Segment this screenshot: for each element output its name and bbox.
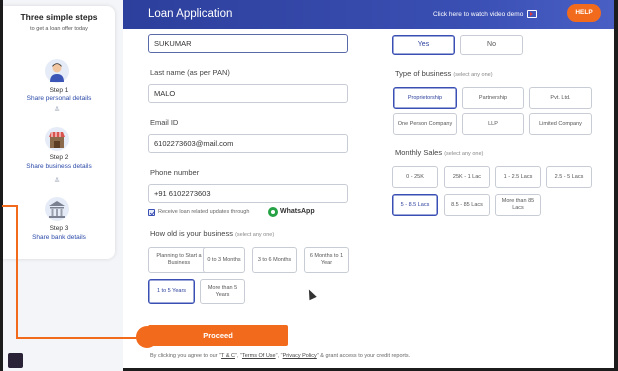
- terms-prefix: By clicking you agree to our ": [150, 353, 222, 359]
- whatsapp-icon: [268, 207, 278, 217]
- video-demo-link[interactable]: Click here to watch video demo: [433, 8, 538, 20]
- business-age-label: How old is your business (select any one…: [150, 229, 274, 238]
- whatsapp-checkbox[interactable]: [148, 209, 155, 216]
- age-option-3-6-months[interactable]: 3 to 6 Months: [252, 247, 297, 273]
- type-option-one-person-company[interactable]: One Person Company: [393, 113, 457, 135]
- sales-option-8-5-85lacs[interactable]: 8.5 - 85 Lacs: [444, 194, 490, 216]
- last-name-label: Last name (as per PAN): [150, 68, 230, 77]
- steps-subtitle: to get a loan offer today: [30, 26, 88, 32]
- steps-card: Three simple steps to get a loan offer t…: [3, 6, 115, 259]
- terms-of-use-link[interactable]: Terms Of Use: [242, 353, 276, 359]
- type-option-partnership[interactable]: Partnership: [462, 87, 524, 109]
- person-icon: [45, 59, 69, 83]
- sales-option-25k-1lac[interactable]: 25K - 1 Lac: [444, 166, 490, 188]
- tc-link[interactable]: T & C: [221, 353, 235, 359]
- video-icon: [527, 10, 538, 18]
- sales-option-1-2-5lacs[interactable]: 1 - 2.5 Lacs: [495, 166, 541, 188]
- first-name-field[interactable]: SUKUMAR: [148, 34, 348, 53]
- app-header: Loan Application Click here to watch vid…: [123, 0, 614, 29]
- sales-option-more-than-85lacs[interactable]: More than 85 Lacs: [495, 194, 541, 216]
- type-option-pvt-ltd[interactable]: Pvt. Ltd.: [529, 87, 592, 109]
- steps-sidebar: Three simple steps to get a loan offer t…: [3, 0, 123, 371]
- type-option-proprietorship[interactable]: Proprietorship: [393, 87, 457, 109]
- whatsapp-consent-label: Receive loan related updates through: [158, 209, 250, 215]
- no-option[interactable]: No: [460, 35, 523, 55]
- monthly-sales-label: Monthly Sales (select any one): [395, 148, 483, 157]
- terms-separator-1: ", ": [235, 353, 242, 359]
- age-option-1-5-years[interactable]: 1 to 5 Years: [148, 279, 195, 304]
- proceed-button[interactable]: Proceed: [148, 325, 288, 346]
- window-frame-right: [614, 0, 618, 371]
- age-option-planning[interactable]: Planning to Start a Business: [148, 247, 210, 273]
- terms-separator-2: ", ": [275, 353, 283, 359]
- business-type-label: Type of business (select any one): [395, 69, 493, 78]
- terms-suffix: " & grant access to your credit reports.: [316, 353, 411, 359]
- step-3-number: Step 3: [49, 225, 69, 232]
- shop-icon: [45, 127, 69, 151]
- privacy-policy-link[interactable]: Privacy Policy: [283, 353, 317, 359]
- whatsapp-label: WhatsApp: [280, 208, 315, 215]
- age-option-more-than-5-years[interactable]: More than 5 Years: [200, 279, 245, 304]
- monthly-sales-title: Monthly Sales: [395, 148, 443, 157]
- yes-option[interactable]: Yes: [392, 35, 455, 55]
- terms-text: By clicking you agree to our "T & C", "T…: [150, 353, 410, 359]
- help-button[interactable]: HELP: [567, 4, 601, 22]
- mouse-cursor-icon: [305, 287, 317, 301]
- tutorial-pointer-line: [16, 205, 18, 339]
- tutorial-pointer-line: [16, 337, 144, 339]
- bank-icon: [45, 197, 69, 221]
- chat-widget-icon[interactable]: [8, 353, 23, 368]
- business-type-hint: (select any one): [453, 72, 493, 78]
- age-option-0-3-months[interactable]: 0 to 3 Months: [203, 247, 245, 273]
- email-label: Email ID: [150, 118, 179, 127]
- last-name-field[interactable]: MALO: [148, 84, 348, 103]
- sales-option-5-8-5lacs[interactable]: 5 - 8.5 Lacs: [392, 194, 438, 216]
- type-option-llp[interactable]: LLP: [462, 113, 524, 135]
- phone-field[interactable]: +91 6102273603: [148, 184, 348, 203]
- steps-title: Three simple steps: [20, 12, 98, 22]
- step-2-link[interactable]: Share business details: [3, 163, 115, 170]
- page-title: Loan Application: [148, 8, 233, 20]
- monthly-sales-hint: (select any one): [444, 151, 484, 157]
- chevron-down-icon: ≚: [54, 107, 60, 114]
- business-type-title: Type of business: [395, 69, 452, 78]
- step-1-link[interactable]: Share personal details: [3, 95, 115, 102]
- age-option-6-12-months[interactable]: 6 Months to 1 Year: [304, 247, 349, 273]
- email-field[interactable]: 6102273603@mail.com: [148, 134, 348, 153]
- sales-option-2-5-5lacs[interactable]: 2.5 - 5 Lacs: [546, 166, 592, 188]
- phone-label: Phone number: [150, 168, 200, 177]
- type-option-limited-company[interactable]: Limited Company: [529, 113, 592, 135]
- business-age-hint: (select any one): [235, 232, 275, 238]
- step-2-number: Step 2: [49, 154, 69, 161]
- step-1-number: Step 1: [49, 87, 69, 94]
- sales-option-0-25k[interactable]: 0 - 25K: [392, 166, 438, 188]
- step-3-link[interactable]: Share bank details: [3, 234, 115, 241]
- business-age-title: How old is your business: [150, 229, 233, 238]
- chevron-down-icon: ≚: [54, 178, 60, 185]
- video-demo-label: Click here to watch video demo: [433, 10, 524, 18]
